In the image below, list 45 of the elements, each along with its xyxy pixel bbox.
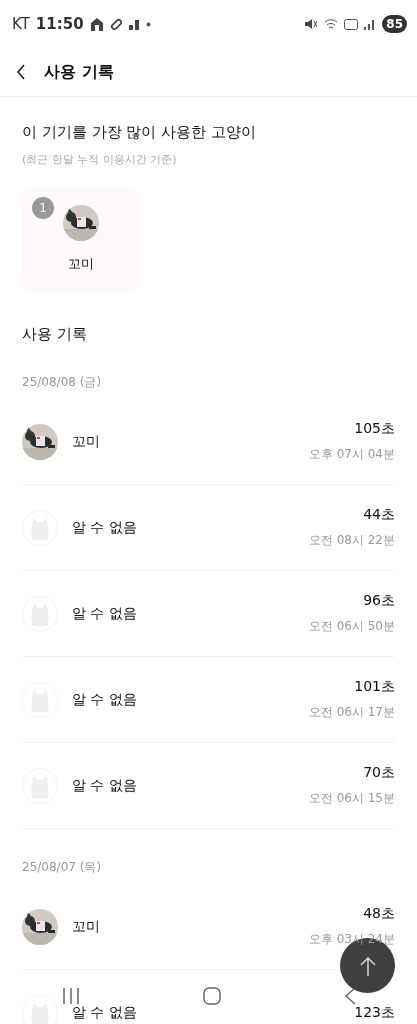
duration: 101초 <box>354 678 395 696</box>
hd-icon <box>344 18 359 30</box>
rank-badge: 1 <box>32 197 54 219</box>
dot-icon <box>145 21 151 27</box>
home-icon <box>89 17 104 31</box>
arrow-up-icon <box>359 955 376 976</box>
usage-time: 오전 06시 15분 <box>308 790 395 807</box>
usage-time: 오전 08시 22분 <box>308 532 395 549</box>
usage-time: 오전 06시 17분 <box>308 704 395 721</box>
back-icon[interactable] <box>16 64 26 80</box>
cat-name: 꼬미 <box>68 255 94 273</box>
cat-name: 알 수 없음 <box>72 518 138 537</box>
cat-name: 알 수 없음 <box>72 604 138 623</box>
date-label: 25/08/08 (금) <box>22 374 103 391</box>
duration: 96초 <box>363 592 395 610</box>
duration: 70초 <box>363 764 395 782</box>
signal-icon <box>364 18 377 30</box>
cat-name: 꼬미 <box>72 917 101 936</box>
date-label: 25/08/07 (목) <box>22 859 103 876</box>
cat-name: 알 수 없음 <box>72 776 138 795</box>
battery-level: 85 <box>382 15 407 33</box>
carrier: KT <box>12 15 30 33</box>
page-title: 사용 기록 <box>44 61 114 83</box>
duration: 44초 <box>363 506 395 524</box>
usage-time: 오후 07시 04분 <box>308 446 395 463</box>
section-title: 이 기기를 가장 많이 사용한 고양이 <box>22 123 257 142</box>
back-icon[interactable] <box>343 987 356 1005</box>
usage-time: 오후 03시 24분 <box>308 931 395 948</box>
duration: 48초 <box>363 905 395 923</box>
wifi-icon <box>324 18 339 30</box>
mute-icon <box>305 18 319 30</box>
cat-card[interactable]: 1 꼬미 <box>22 187 140 293</box>
section-title: 사용 기록 <box>22 325 88 344</box>
home-button-icon[interactable] <box>202 987 221 1005</box>
cat-name: 알 수 없음 <box>72 1003 138 1022</box>
cat-name: 알 수 없음 <box>72 690 138 709</box>
chart-icon <box>128 18 140 30</box>
cat-name: 꼬미 <box>72 432 101 451</box>
usage-time: 오전 06시 50분 <box>308 618 395 635</box>
duration: 105초 <box>354 420 395 438</box>
section-subtitle: (최근 한달 누적 이용시간 기준) <box>22 152 178 167</box>
duration: 123초 <box>354 1003 395 1022</box>
clock: 11:50 <box>35 15 84 33</box>
pill-icon <box>109 17 123 31</box>
recents-icon[interactable] <box>61 988 80 1004</box>
